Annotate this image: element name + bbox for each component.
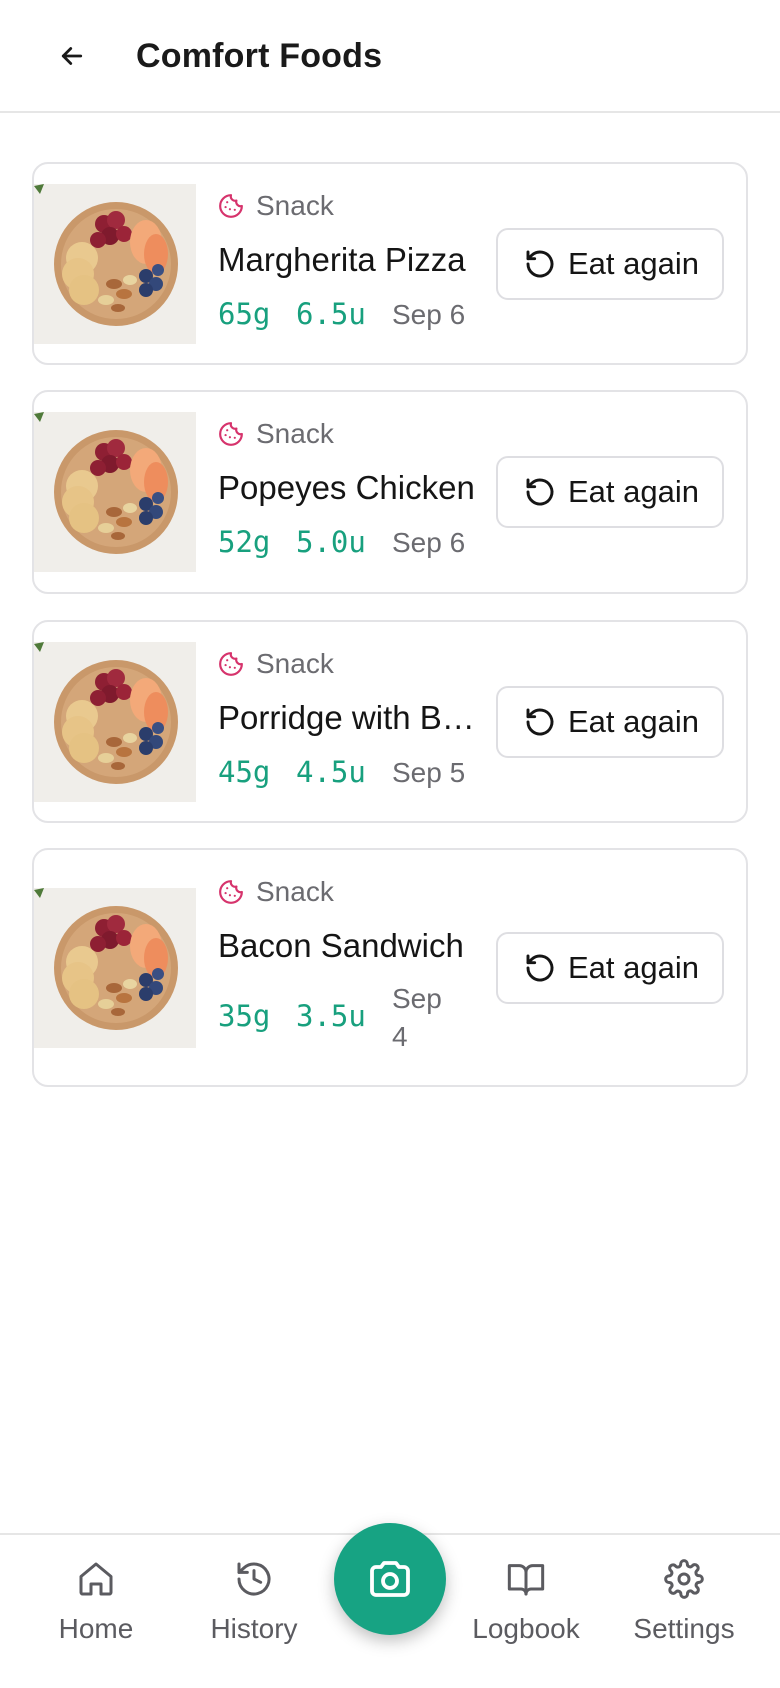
book-open-icon: [507, 1564, 545, 1596]
eat-again-button[interactable]: Eat again: [496, 686, 724, 758]
meal-photo: [34, 184, 196, 344]
meal-insulin-units: 4.5u: [296, 755, 366, 789]
eat-again-button[interactable]: Eat again: [496, 228, 724, 300]
meal-category: Snack: [256, 418, 334, 449]
nav-logbook[interactable]: Logbook: [456, 1549, 596, 1659]
eat-again-label: Eat again: [568, 246, 699, 281]
meal-category: Snack: [256, 190, 334, 221]
meal-name: Popeyes Chicken: [218, 469, 475, 506]
meal-photo: [34, 412, 196, 572]
meal-insulin-units: 3.5u: [296, 999, 366, 1033]
history-icon: [237, 1562, 271, 1596]
app-header: Comfort Foods: [0, 0, 780, 113]
nav-home-label: Home: [58, 1613, 134, 1644]
meal-card[interactable]: Snack Bacon Sandwich 35g 3.5u Sep 4 Eat …: [32, 848, 748, 1087]
meal-card[interactable]: Snack Margherita Pizza 65g 6.5u Sep 6 Ea…: [32, 162, 748, 365]
meal-carbs: 35g: [218, 999, 271, 1033]
meal-insulin-units: 5.0u: [296, 525, 366, 559]
meal-carbs: 52g: [218, 525, 271, 559]
eat-again-label: Eat again: [568, 474, 699, 509]
meal-category: Snack: [256, 648, 334, 679]
meal-card[interactable]: Snack Popeyes Chicken 52g 5.0u Sep 6 Eat…: [32, 390, 748, 594]
cookie-icon: [218, 193, 244, 219]
undo-icon: [524, 706, 556, 738]
nav-settings[interactable]: Settings: [614, 1549, 754, 1659]
gear-icon: [664, 1559, 704, 1599]
meal-date: Sep 4: [392, 983, 442, 1052]
undo-icon: [524, 248, 556, 280]
undo-icon: [524, 476, 556, 508]
cookie-icon: [218, 651, 244, 677]
meal-category: Snack: [256, 876, 334, 907]
camera-button[interactable]: [334, 1523, 446, 1635]
eat-again-label: Eat again: [568, 950, 699, 985]
undo-icon: [524, 952, 556, 984]
meal-date: Sep 6: [392, 527, 466, 558]
camera-icon: [370, 1561, 410, 1597]
arrow-left-icon: [61, 47, 83, 65]
back-button[interactable]: [48, 32, 96, 80]
nav-logbook-label: Logbook: [472, 1613, 580, 1644]
nav-settings-label: Settings: [633, 1613, 735, 1644]
meal-card[interactable]: Snack Porridge with Berries 45g 4.5u Sep…: [32, 620, 748, 823]
nav-history-label: History: [210, 1613, 298, 1644]
eat-again-label: Eat again: [568, 704, 699, 739]
meal-carbs: 45g: [218, 755, 271, 789]
nav-home[interactable]: Home: [26, 1549, 166, 1659]
cookie-icon: [218, 879, 244, 905]
meal-photo: [34, 642, 196, 802]
nav-history[interactable]: History: [184, 1549, 324, 1659]
home-icon: [79, 1562, 113, 1596]
meal-date: Sep 5: [392, 757, 466, 788]
meal-insulin-units: 6.5u: [296, 297, 366, 331]
eat-again-button[interactable]: Eat again: [496, 932, 724, 1004]
meal-name: Porridge with Berries: [218, 699, 480, 736]
cookie-icon: [218, 421, 244, 447]
page-title: Comfort Foods: [136, 37, 383, 75]
meal-photo: [34, 888, 196, 1048]
meal-name: Bacon Sandwich: [218, 927, 464, 964]
eat-again-button[interactable]: Eat again: [496, 456, 724, 528]
meal-name: Margherita Pizza: [218, 241, 466, 278]
meal-date: Sep 6: [392, 299, 466, 330]
meal-carbs: 65g: [218, 297, 271, 331]
